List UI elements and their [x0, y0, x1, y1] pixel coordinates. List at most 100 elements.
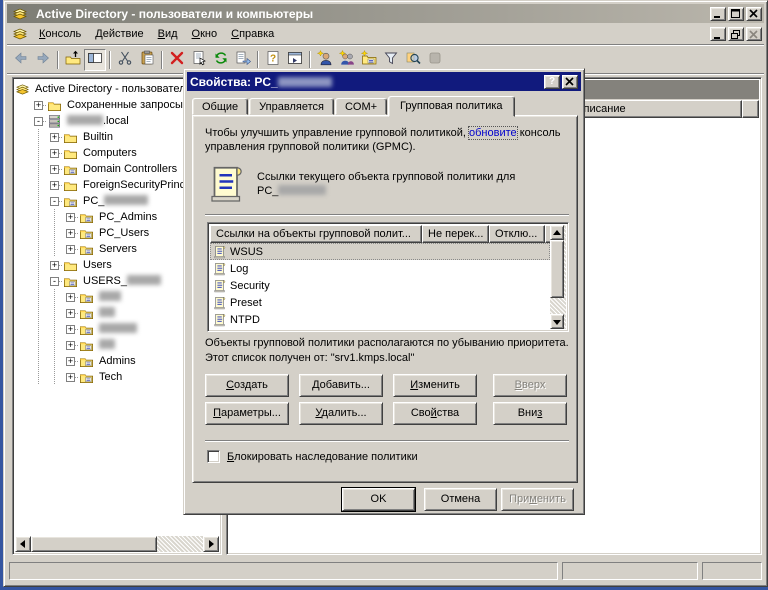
tree-item-label: Users: [81, 259, 114, 271]
redacted-text: [99, 307, 115, 317]
tab-com+[interactable]: COM+: [335, 98, 387, 115]
tree-guide: [31, 337, 47, 353]
scroll-down-button[interactable]: [550, 314, 564, 329]
tree-expander[interactable]: +: [47, 161, 63, 177]
scroll-up-button[interactable]: [550, 225, 564, 240]
tree-item-label: Computers: [81, 147, 139, 159]
maximize-button[interactable]: [728, 7, 744, 21]
вниз-button[interactable]: Вниз: [493, 402, 567, 425]
tree-expander[interactable]: +: [47, 145, 63, 161]
tree-expander[interactable]: +: [63, 241, 79, 257]
tree-expander[interactable]: -: [47, 193, 63, 209]
создать-button[interactable]: Создать: [205, 374, 289, 397]
tree-expander[interactable]: +: [47, 129, 63, 145]
menu-item-1[interactable]: Консоль: [32, 25, 88, 43]
maximize-icon: [731, 9, 741, 18]
dialog-close-button[interactable]: [562, 75, 578, 89]
параметры-button[interactable]: Параметры...: [205, 402, 289, 425]
изменить-button[interactable]: Изменить: [393, 374, 477, 397]
tree-expander[interactable]: +: [63, 321, 79, 337]
forward-button[interactable]: [32, 49, 54, 71]
gpo-row-label: Security: [230, 280, 270, 292]
scroll-left-button[interactable]: [15, 536, 31, 552]
tree-expander[interactable]: +: [47, 177, 63, 193]
gpo-row-preset[interactable]: Preset: [210, 294, 550, 311]
separator-line: [205, 440, 569, 442]
tree-guide: [31, 161, 47, 177]
menu-item-3[interactable]: Вид: [151, 25, 185, 43]
scrollbar-thumb[interactable]: [550, 240, 564, 298]
tree-expander[interactable]: +: [63, 305, 79, 321]
tree-expander[interactable]: -: [47, 273, 63, 289]
свойства-button[interactable]: Свойства: [393, 402, 477, 425]
list-vertical-scrollbar[interactable]: [550, 225, 566, 329]
tree-horizontal-scrollbar[interactable]: [15, 536, 219, 552]
menu-item-4[interactable]: Окно: [185, 25, 225, 43]
gpo-row-label: WSUS: [230, 246, 263, 258]
back-button[interactable]: [10, 49, 32, 71]
block-inheritance-label: Блокировать наследование политики: [227, 451, 418, 463]
menu-item-2[interactable]: Действие: [88, 25, 150, 43]
tab-общие[interactable]: Общие: [192, 98, 248, 115]
gpmc-update-link[interactable]: обновите: [469, 127, 517, 139]
block-inheritance-checkbox[interactable]: [207, 450, 220, 463]
tree-expander[interactable]: +: [63, 225, 79, 241]
scroll-right-button[interactable]: [203, 536, 219, 552]
gpo-links-target: PC_: [257, 185, 278, 197]
tree-item-label: [97, 307, 117, 319]
close-button[interactable]: [746, 7, 762, 21]
gpo-row-security[interactable]: Security: [210, 277, 550, 294]
gpo-row-partial[interactable]: [210, 328, 550, 329]
up-one-level-button[interactable]: [62, 49, 84, 71]
scrollbar-thumb[interactable]: [31, 536, 157, 552]
dialog-footer: OK ОтменаПрименить: [184, 488, 584, 512]
tree-expander[interactable]: +: [63, 337, 79, 353]
tree-expander[interactable]: +: [63, 353, 79, 369]
new-ou-icon: [361, 50, 377, 69]
удалить-button[interactable]: Удалить...: [299, 402, 383, 425]
result-column-blank-2[interactable]: [742, 100, 759, 118]
list-source-line: Этот список получен от: "srv1.kmps.local…: [205, 351, 573, 366]
folder-icon: [63, 145, 81, 161]
dialog-help-button[interactable]: ?: [544, 75, 560, 89]
minimize-button[interactable]: [710, 7, 726, 21]
scroll-up-icon: [553, 229, 561, 237]
gpo-row-wsus[interactable]: WSUS: [210, 243, 550, 260]
добавить-button[interactable]: Добавить...: [299, 374, 383, 397]
ou-icon: [79, 225, 97, 241]
tree-expander[interactable]: +: [47, 257, 63, 273]
show-console-tree-button[interactable]: [84, 49, 106, 71]
tree-expander[interactable]: +: [31, 97, 47, 113]
tree-expander[interactable]: +: [63, 289, 79, 305]
gpo-list-column[interactable]: Отклю...: [489, 225, 545, 243]
tree-guide: [31, 225, 47, 241]
cut-button[interactable]: [114, 49, 136, 71]
mdi-minimize-button[interactable]: [710, 27, 726, 41]
отмена-button[interactable]: Отмена: [424, 488, 497, 511]
delete-icon: [169, 50, 185, 69]
redacted-text: [278, 185, 326, 195]
gpo-row-log[interactable]: Log: [210, 260, 550, 277]
gpo-row-ntpd[interactable]: NTPD: [210, 311, 550, 328]
tab-управляется[interactable]: Управляется: [249, 98, 334, 115]
paste-icon: [139, 50, 155, 69]
gpo-list-column[interactable]: Не перек...: [422, 225, 489, 243]
вверх-button[interactable]: Вверх: [493, 374, 567, 397]
gpo-list-column[interactable]: Ссылки на объекты групповой полит...: [210, 225, 422, 243]
mdi-restore-button[interactable]: [728, 27, 744, 41]
mdi-close-button[interactable]: [746, 27, 762, 41]
menu-item-5[interactable]: Справка: [224, 25, 281, 43]
toolbar-separator: [309, 51, 311, 69]
filter-icon: [383, 50, 399, 69]
gpo-icon: [213, 244, 230, 260]
ok-button[interactable]: OK: [342, 488, 415, 511]
tab-групповая-политика[interactable]: Групповая политика: [388, 96, 514, 117]
tree-expander[interactable]: -: [31, 113, 47, 129]
применить-button[interactable]: Применить: [501, 488, 574, 511]
result-column-описание[interactable]: Описание: [569, 100, 742, 118]
paste-button[interactable]: [136, 49, 158, 71]
redacted-text: [99, 291, 121, 301]
tree-expander[interactable]: +: [63, 209, 79, 225]
scrollbar-track[interactable]: [157, 536, 203, 552]
tree-expander[interactable]: +: [63, 369, 79, 385]
